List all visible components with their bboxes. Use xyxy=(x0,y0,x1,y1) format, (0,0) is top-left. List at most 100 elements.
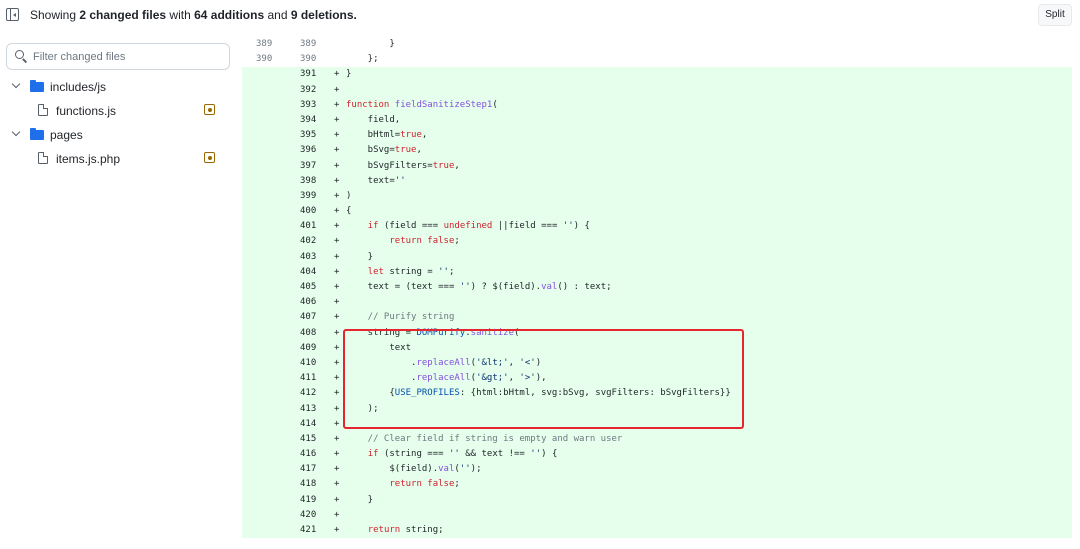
diff-added-line: 420 + xyxy=(242,507,1072,523)
new-line-number-text: 397 xyxy=(300,160,317,171)
deletions-count: 9 deletions. xyxy=(290,8,357,22)
added-sign: + xyxy=(334,282,340,292)
code-text: ) xyxy=(346,190,352,201)
new-line-number-text: 398 xyxy=(300,175,317,186)
summary-with: with xyxy=(169,8,191,22)
new-line-number-text: 417 xyxy=(300,464,317,475)
code-text: return string; xyxy=(367,525,444,535)
diff-added-line: 402 + return false; xyxy=(242,234,1072,250)
tree-folder-pages[interactable]: pages xyxy=(0,124,236,148)
added-sign: + xyxy=(334,175,340,186)
old-line-number[interactable]: 389 xyxy=(242,37,286,52)
new-line-number-text: 400 xyxy=(300,206,317,217)
summary-prefix: Showing xyxy=(30,8,77,22)
chevron-down-icon[interactable] xyxy=(12,129,20,137)
filter-input[interactable] xyxy=(33,48,223,66)
summary-and: and xyxy=(267,8,288,22)
added-sign: + xyxy=(334,449,340,460)
highlight-annotation-box xyxy=(343,329,744,429)
added-sign: + xyxy=(334,99,340,110)
diff-added-line: 401 + if (field === undefined ||field ===… xyxy=(242,219,1072,235)
diff-added-line: 399 +) xyxy=(242,188,1072,205)
file-modified-icon xyxy=(204,104,215,115)
new-line-number-text: 394 xyxy=(300,114,317,125)
diff-added-line: 394 + field, xyxy=(242,112,1072,129)
new-line-number-text: 412 xyxy=(300,388,317,399)
diff-added-line: 405 + text = (text === '') ? $(field).val… xyxy=(242,280,1072,296)
new-line-number-text: 418 xyxy=(300,479,317,490)
new-line-number-text: 408 xyxy=(300,327,317,338)
tree-file-functions-js[interactable]: functions.js xyxy=(0,100,236,124)
code-text: return false; xyxy=(389,479,460,490)
added-sign: + xyxy=(334,266,340,277)
diff-header: Showing 2 changed files with 64 addition… xyxy=(0,0,1080,30)
code-text: bHtml=true, xyxy=(346,130,428,141)
added-sign: + xyxy=(334,145,340,156)
added-sign: + xyxy=(334,114,340,125)
chevron-down-icon[interactable] xyxy=(12,81,20,89)
code-text: // Purify string xyxy=(346,312,455,323)
tree-file-items-js-php[interactable]: items.js.php xyxy=(0,148,236,172)
diff-summary: Showing 2 changed files with 64 addition… xyxy=(30,8,357,22)
new-line-number-text: 410 xyxy=(300,357,317,368)
code-text: if (field === undefined ||field === '') … xyxy=(367,221,590,232)
new-line-number-text: 396 xyxy=(300,145,317,156)
split-view-button[interactable]: Split xyxy=(1038,4,1072,26)
diff-added-line: 395 + bHtml=true, xyxy=(242,128,1072,144)
filter-changed-files[interactable] xyxy=(6,43,230,70)
code-text: // Clear field if string is empty and wa… xyxy=(346,433,623,444)
code-text: { xyxy=(346,206,352,217)
diff-added-line: 391 +} xyxy=(242,67,1072,83)
code-text: function fieldSanitizeStep1( xyxy=(346,99,498,110)
code-text: return false; xyxy=(389,236,460,247)
diff-added-line: 419 + } xyxy=(242,492,1072,508)
added-sign: + xyxy=(334,312,340,323)
new-line-number-text: 419 xyxy=(300,494,317,505)
added-sign: + xyxy=(334,297,340,308)
folder-icon xyxy=(30,80,44,92)
diff-added-line: 393 + function fieldSanitizeStep1( xyxy=(242,97,1072,113)
diff-added-line: 407 + // Purify string xyxy=(242,310,1072,326)
added-sign: + xyxy=(334,494,340,505)
new-line-number-text: 391 xyxy=(300,69,317,80)
added-sign: + xyxy=(334,525,340,535)
new-line-number-text: 402 xyxy=(300,236,317,247)
tree-folder-includes-js[interactable]: includes/js xyxy=(0,76,236,100)
new-line-number-text: 407 xyxy=(300,312,317,323)
diff-added-line: 404 + let string = ''; xyxy=(242,264,1072,280)
diff-added-line: 403 + } xyxy=(242,249,1072,265)
diff-view: 389 389 } 390 390 }; 391 +} 392 +393 + function f… xyxy=(242,37,1072,549)
code-text: if (string === '' && text !== '') { xyxy=(367,449,558,460)
old-line-number[interactable]: 390 xyxy=(242,52,286,67)
new-line-number-text: 413 xyxy=(300,403,317,414)
diff-added-line: 417 + $(field).val(''); xyxy=(242,462,1072,478)
code-text: bSvg=true, xyxy=(346,145,422,156)
folder-label: includes/js xyxy=(50,80,107,94)
diff-added-line: 400 + { xyxy=(242,204,1072,220)
added-sign: + xyxy=(334,464,340,475)
code-text: } xyxy=(346,251,374,262)
diff-added-line: 418 + return false; xyxy=(242,477,1072,493)
new-line-number-text: 411 xyxy=(300,373,317,384)
diff-added-line: 398 + text='' xyxy=(242,173,1072,189)
added-sign: + xyxy=(334,84,340,95)
diff-added-line: 416 + if (string === '' && text !== '') { xyxy=(242,447,1072,463)
added-sign: + xyxy=(334,160,340,171)
added-sign: + xyxy=(334,479,340,490)
diff-context-line: 390 390 }; xyxy=(242,52,1072,67)
folder-icon xyxy=(30,128,44,140)
new-line-number-text: 399 xyxy=(300,190,317,201)
new-line-number-text: 406 xyxy=(300,297,317,308)
added-sign: + xyxy=(334,433,340,444)
diff-added-line: 406 + xyxy=(242,295,1072,311)
code-text: } xyxy=(346,494,374,505)
added-sign: + xyxy=(334,190,340,201)
code-text: bSvgFilters=true, xyxy=(346,160,460,171)
new-line-number-text: 414 xyxy=(300,418,317,429)
new-line-number-text: 405 xyxy=(300,282,317,292)
new-line-number-text: 409 xyxy=(300,342,317,353)
added-sign: + xyxy=(334,251,340,262)
additions-count: 64 additions xyxy=(194,8,265,22)
code-text: } xyxy=(346,39,395,49)
file-tree-toggle-icon[interactable] xyxy=(6,8,19,21)
